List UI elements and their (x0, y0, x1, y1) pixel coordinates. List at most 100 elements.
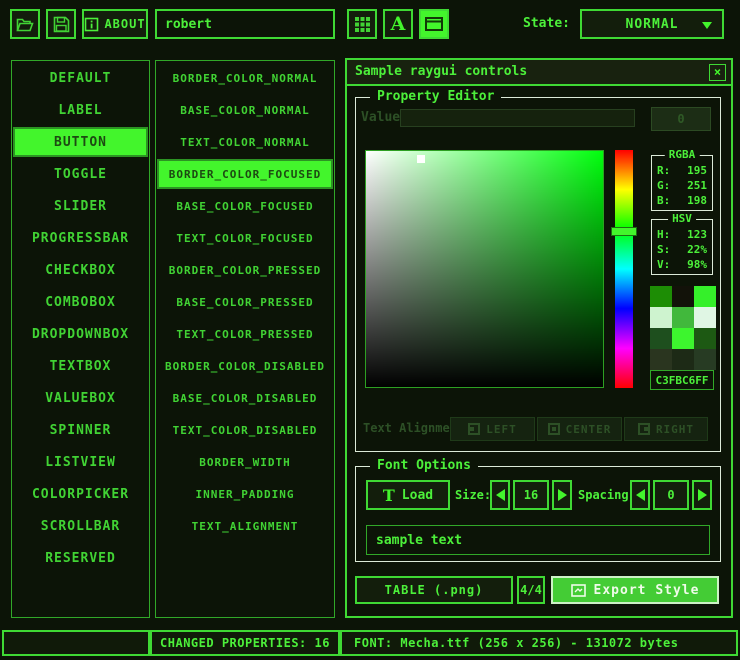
controls-list-item-selected[interactable]: BUTTON (13, 127, 148, 157)
value-box[interactable]: 0 (651, 107, 711, 131)
properties-list-item[interactable]: INNER_PADDING (157, 479, 333, 509)
hue-bar[interactable] (615, 150, 633, 388)
palette-swatch[interactable] (650, 349, 672, 370)
controls-list-item[interactable]: DROPDOWNBOX (13, 319, 148, 349)
export-style-button[interactable]: Export Style (551, 576, 719, 604)
controls-list-item[interactable]: SCROLLBAR (13, 511, 148, 541)
state-dropdown-value: NORMAL (626, 17, 679, 32)
size-value-box[interactable]: 16 (513, 480, 549, 510)
palette-swatch[interactable] (672, 307, 694, 328)
about-button[interactable]: ABOUT (82, 9, 148, 39)
chevron-down-icon (702, 22, 712, 34)
hsv-group: HSV H:123 S:22% V:98% (651, 219, 713, 275)
properties-list-item-selected[interactable]: BORDER_COLOR_FOCUSED (157, 159, 333, 189)
align-right-button[interactable]: RIGHT (624, 417, 708, 441)
red-value: 195 (687, 163, 707, 178)
palette-swatch[interactable] (650, 286, 672, 307)
grid-mode-button[interactable] (347, 9, 377, 39)
rgba-row: G:251 (657, 178, 707, 193)
controls-list-item[interactable]: LISTVIEW (13, 447, 148, 477)
property-editor-group-label: Property Editor (370, 89, 501, 104)
color-picker-panel[interactable] (365, 150, 604, 388)
saturation-value: 22% (687, 242, 707, 257)
properties-list-item[interactable]: BORDER_COLOR_PRESSED (157, 255, 333, 285)
close-icon[interactable]: × (709, 64, 726, 81)
style-name-input[interactable] (155, 9, 335, 39)
size-increase-button[interactable] (552, 480, 572, 510)
palette-swatch[interactable] (650, 328, 672, 349)
export-style-label: Export Style (594, 583, 700, 598)
window-title: Sample raygui controls (355, 64, 527, 79)
controls-list-item[interactable]: SPINNER (13, 415, 148, 445)
controls-list-item[interactable]: RESERVED (13, 543, 148, 573)
style-color-palette (650, 286, 716, 370)
hsv-row: H:123 (657, 227, 707, 242)
hsv-row: S:22% (657, 242, 707, 257)
font-options-group-label: Font Options (370, 458, 478, 473)
state-label: State: (495, 9, 570, 39)
controls-list-item[interactable]: COLORPICKER (13, 479, 148, 509)
properties-list-item[interactable]: BASE_COLOR_PRESSED (157, 287, 333, 317)
status-cell-empty (2, 630, 150, 656)
properties-list-item[interactable]: BORDER_COLOR_DISABLED (157, 351, 333, 381)
palette-swatch[interactable] (672, 286, 694, 307)
spacing-decrease-button[interactable] (630, 480, 650, 510)
controls-list-item[interactable]: CHECKBOX (13, 255, 148, 285)
palette-swatch[interactable] (672, 328, 694, 349)
properties-list-item[interactable]: BASE_COLOR_NORMAL (157, 95, 333, 125)
properties-list-item[interactable]: TEXT_ALIGNMENT (157, 511, 333, 541)
controls-list-item[interactable]: LABEL (13, 95, 148, 125)
font-load-button[interactable]: T Load (366, 480, 450, 510)
sample-text-input[interactable] (366, 525, 710, 555)
font-glyph-icon: T (383, 486, 395, 505)
save-style-button[interactable] (46, 9, 76, 39)
open-style-button[interactable] (10, 9, 40, 39)
palette-swatch[interactable] (694, 349, 716, 370)
size-decrease-button[interactable] (490, 480, 510, 510)
export-format-button[interactable]: TABLE (.png) (355, 576, 513, 604)
hue-slider-handle[interactable] (611, 227, 637, 236)
properties-list-item[interactable]: TEXT_COLOR_PRESSED (157, 319, 333, 349)
value-value: 98% (687, 257, 707, 272)
floppy-save-icon (53, 16, 70, 33)
align-left-icon (468, 423, 480, 435)
spacing-increase-button[interactable] (692, 480, 712, 510)
state-dropdown[interactable]: NORMAL (580, 9, 724, 39)
palette-swatch[interactable] (672, 349, 694, 370)
export-image-icon (571, 584, 586, 597)
properties-list-item[interactable]: BASE_COLOR_FOCUSED (157, 191, 333, 221)
properties-list-item[interactable]: TEXT_COLOR_FOCUSED (157, 223, 333, 253)
pages-value-box[interactable]: 4/4 (517, 576, 545, 604)
text-alignment-label: Text Alignment: (363, 421, 451, 437)
controls-list-item[interactable]: DEFAULT (13, 63, 148, 93)
hsv-row: V:98% (657, 257, 707, 272)
align-center-button[interactable]: CENTER (537, 417, 622, 441)
controls-list-item[interactable]: COMBOBOX (13, 287, 148, 317)
font-mode-button[interactable]: A (383, 9, 413, 39)
blue-value: 198 (687, 193, 707, 208)
panel-mode-button[interactable] (419, 9, 449, 39)
controls-list-item[interactable]: VALUEBOX (13, 383, 148, 413)
controls-list-item[interactable]: PROGRESSBAR (13, 223, 148, 253)
controls-list-item[interactable]: TEXTBOX (13, 351, 148, 381)
color-picker-cursor[interactable] (417, 155, 425, 163)
controls-list-item[interactable]: TOGGLE (13, 159, 148, 189)
align-left-button[interactable]: LEFT (450, 417, 535, 441)
properties-list-item[interactable]: BORDER_WIDTH (157, 447, 333, 477)
spacing-value-box[interactable]: 0 (653, 480, 689, 510)
palette-swatch[interactable] (694, 286, 716, 307)
palette-swatch[interactable] (694, 307, 716, 328)
palette-swatch[interactable] (694, 328, 716, 349)
properties-list-item[interactable]: TEXT_COLOR_DISABLED (157, 415, 333, 445)
properties-list-item[interactable]: BORDER_COLOR_NORMAL (157, 63, 333, 93)
window-panel-icon (425, 17, 443, 31)
palette-swatch[interactable] (650, 307, 672, 328)
value-slider[interactable] (400, 109, 635, 127)
size-label: Size: (455, 480, 491, 510)
controls-list-item[interactable]: SLIDER (13, 191, 148, 221)
hue-bar-wrap (611, 150, 637, 388)
hex-color-input[interactable] (650, 370, 714, 390)
properties-list-item[interactable]: BASE_COLOR_DISABLED (157, 383, 333, 413)
window-title-bar[interactable]: Sample raygui controls × (347, 60, 731, 86)
properties-list-item[interactable]: TEXT_COLOR_NORMAL (157, 127, 333, 157)
